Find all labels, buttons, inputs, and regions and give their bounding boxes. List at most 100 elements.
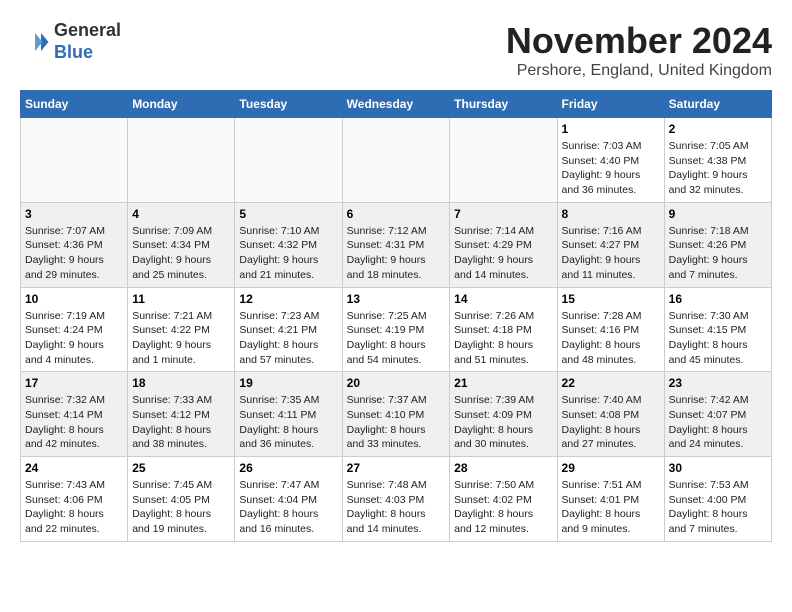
calendar-cell: 25Sunrise: 7:45 AM Sunset: 4:05 PM Dayli… — [128, 457, 235, 542]
day-number: 7 — [454, 207, 552, 221]
day-number: 8 — [562, 207, 660, 221]
location-title: Pershore, England, United Kingdom — [506, 62, 772, 80]
calendar-cell: 18 Sunrise: 7:33 AM Sunset: 4:12 PM Dayli… — [128, 372, 235, 457]
day-info: Sunrise: 7:42 AM Sunset: 4:07 PM Dayligh… — [669, 393, 767, 452]
day-number: 5 — [239, 207, 337, 221]
day-info: Sunrise: 7:30 AM Sunset: 4:15 PM Dayligh… — [669, 309, 767, 368]
calendar-week-row: 17 Sunrise: 7:32 AM Sunset: 4:14 PM Dayli… — [21, 372, 772, 457]
day-info: Sunrise: 7:33 AM Sunset: 4:12 PM Dayligh… — [132, 393, 230, 452]
day-info: Sunrise: 7:09 AM Sunset: 4:34 PM Dayligh… — [132, 224, 230, 283]
day-number: 12 — [239, 292, 337, 306]
day-number: 11 — [132, 292, 230, 306]
day-info: Sunrise: 7:43 AM Sunset: 4:06 PM Dayligh… — [25, 478, 123, 537]
weekday-header: Thursday — [450, 91, 557, 118]
day-info: Sunrise: 7:32 AM Sunset: 4:14 PM Dayligh… — [25, 393, 123, 452]
logo-blue-text: Blue — [54, 42, 93, 62]
day-number: 3 — [25, 207, 123, 221]
calendar-cell: 24 Sunrise: 7:43 AM Sunset: 4:06 PM Dayli… — [21, 457, 128, 542]
calendar-cell: 8 Sunrise: 7:16 AM Sunset: 4:27 PM Daylig… — [557, 202, 664, 287]
weekday-header: Monday — [128, 91, 235, 118]
day-info: Sunrise: 7:51 AM Sunset: 4:01 PM Dayligh… — [562, 478, 660, 537]
day-number: 21 — [454, 376, 552, 390]
calendar-cell: 4 Sunrise: 7:09 AM Sunset: 4:34 PM Daylig… — [128, 202, 235, 287]
calendar-cell: 12Sunrise: 7:23 AM Sunset: 4:21 PM Dayli… — [235, 287, 342, 372]
day-info: Sunrise: 7:12 AM Sunset: 4:31 PM Dayligh… — [347, 224, 446, 283]
day-info: Sunrise: 7:50 AM Sunset: 4:02 PM Dayligh… — [454, 478, 552, 537]
calendar-cell — [128, 118, 235, 203]
day-info: Sunrise: 7:48 AM Sunset: 4:03 PM Dayligh… — [347, 478, 446, 537]
day-number: 26 — [239, 461, 337, 475]
calendar-cell: 20 Sunrise: 7:37 AM Sunset: 4:10 PM Dayli… — [342, 372, 450, 457]
weekday-header: Sunday — [21, 91, 128, 118]
day-info: Sunrise: 7:25 AM Sunset: 4:19 PM Dayligh… — [347, 309, 446, 368]
weekday-header: Wednesday — [342, 91, 450, 118]
day-info: Sunrise: 7:37 AM Sunset: 4:10 PM Dayligh… — [347, 393, 446, 452]
day-info: Sunrise: 7:03 AM Sunset: 4:40 PM Dayligh… — [562, 139, 660, 198]
day-info: Sunrise: 7:19 AM Sunset: 4:24 PM Dayligh… — [25, 309, 123, 368]
day-number: 27 — [347, 461, 446, 475]
calendar-cell — [21, 118, 128, 203]
logo-general-text: General — [54, 20, 121, 40]
calendar-cell — [450, 118, 557, 203]
calendar-week-row: 10 Sunrise: 7:19 AM Sunset: 4:24 PM Dayli… — [21, 287, 772, 372]
calendar-cell: 22Sunrise: 7:40 AM Sunset: 4:08 PM Dayli… — [557, 372, 664, 457]
day-number: 16 — [669, 292, 767, 306]
calendar-cell: 16 Sunrise: 7:30 AM Sunset: 4:15 PM Dayli… — [664, 287, 771, 372]
day-number: 29 — [562, 461, 660, 475]
day-info: Sunrise: 7:39 AM Sunset: 4:09 PM Dayligh… — [454, 393, 552, 452]
logo-icon — [20, 27, 50, 57]
day-info: Sunrise: 7:16 AM Sunset: 4:27 PM Dayligh… — [562, 224, 660, 283]
calendar-cell: 1 Sunrise: 7:03 AM Sunset: 4:40 PM Daylig… — [557, 118, 664, 203]
calendar-cell: 2 Sunrise: 7:05 AM Sunset: 4:38 PM Daylig… — [664, 118, 771, 203]
calendar-cell: 30Sunrise: 7:53 AM Sunset: 4:00 PM Dayli… — [664, 457, 771, 542]
day-number: 17 — [25, 376, 123, 390]
day-info: Sunrise: 7:26 AM Sunset: 4:18 PM Dayligh… — [454, 309, 552, 368]
title-section: November 2024 Pershore, England, United … — [506, 20, 772, 80]
calendar-cell: 26 Sunrise: 7:47 AM Sunset: 4:04 PM Dayli… — [235, 457, 342, 542]
day-info: Sunrise: 7:07 AM Sunset: 4:36 PM Dayligh… — [25, 224, 123, 283]
day-info: Sunrise: 7:40 AM Sunset: 4:08 PM Dayligh… — [562, 393, 660, 452]
calendar-cell — [235, 118, 342, 203]
weekday-header: Tuesday — [235, 91, 342, 118]
calendar-week-row: 1 Sunrise: 7:03 AM Sunset: 4:40 PM Daylig… — [21, 118, 772, 203]
day-info: Sunrise: 7:21 AM Sunset: 4:22 PM Dayligh… — [132, 309, 230, 368]
calendar-cell: 28 Sunrise: 7:50 AM Sunset: 4:02 PM Dayli… — [450, 457, 557, 542]
day-number: 6 — [347, 207, 446, 221]
calendar-cell: 19Sunrise: 7:35 AM Sunset: 4:11 PM Dayli… — [235, 372, 342, 457]
calendar-header-row: SundayMondayTuesdayWednesdayThursdayFrid… — [21, 91, 772, 118]
day-info: Sunrise: 7:45 AM Sunset: 4:05 PM Dayligh… — [132, 478, 230, 537]
day-number: 18 — [132, 376, 230, 390]
weekday-header: Friday — [557, 91, 664, 118]
month-title: November 2024 — [506, 20, 772, 62]
day-info: Sunrise: 7:53 AM Sunset: 4:00 PM Dayligh… — [669, 478, 767, 537]
calendar-week-row: 3 Sunrise: 7:07 AM Sunset: 4:36 PM Daylig… — [21, 202, 772, 287]
day-info: Sunrise: 7:18 AM Sunset: 4:26 PM Dayligh… — [669, 224, 767, 283]
calendar-cell: 9Sunrise: 7:18 AM Sunset: 4:26 PM Daylig… — [664, 202, 771, 287]
calendar-cell: 14 Sunrise: 7:26 AM Sunset: 4:18 PM Dayli… — [450, 287, 557, 372]
calendar-cell: 11 Sunrise: 7:21 AM Sunset: 4:22 PM Dayli… — [128, 287, 235, 372]
page-header: General Blue November 2024 Pershore, Eng… — [20, 20, 772, 80]
day-number: 2 — [669, 122, 767, 136]
calendar-table: SundayMondayTuesdayWednesdayThursdayFrid… — [20, 90, 772, 542]
day-number: 20 — [347, 376, 446, 390]
calendar-cell: 3 Sunrise: 7:07 AM Sunset: 4:36 PM Daylig… — [21, 202, 128, 287]
day-info: Sunrise: 7:47 AM Sunset: 4:04 PM Dayligh… — [239, 478, 337, 537]
logo: General Blue — [20, 20, 121, 63]
day-info: Sunrise: 7:05 AM Sunset: 4:38 PM Dayligh… — [669, 139, 767, 198]
day-info: Sunrise: 7:28 AM Sunset: 4:16 PM Dayligh… — [562, 309, 660, 368]
calendar-cell: 29 Sunrise: 7:51 AM Sunset: 4:01 PM Dayli… — [557, 457, 664, 542]
calendar-cell: 10 Sunrise: 7:19 AM Sunset: 4:24 PM Dayli… — [21, 287, 128, 372]
day-info: Sunrise: 7:14 AM Sunset: 4:29 PM Dayligh… — [454, 224, 552, 283]
calendar-cell: 17 Sunrise: 7:32 AM Sunset: 4:14 PM Dayli… — [21, 372, 128, 457]
day-number: 4 — [132, 207, 230, 221]
calendar-cell: 27 Sunrise: 7:48 AM Sunset: 4:03 PM Dayli… — [342, 457, 450, 542]
day-number: 10 — [25, 292, 123, 306]
day-number: 15 — [562, 292, 660, 306]
calendar-cell: 6 Sunrise: 7:12 AM Sunset: 4:31 PM Daylig… — [342, 202, 450, 287]
day-info: Sunrise: 7:35 AM Sunset: 4:11 PM Dayligh… — [239, 393, 337, 452]
calendar-cell: 5Sunrise: 7:10 AM Sunset: 4:32 PM Daylig… — [235, 202, 342, 287]
day-number: 14 — [454, 292, 552, 306]
day-number: 1 — [562, 122, 660, 136]
day-number: 28 — [454, 461, 552, 475]
day-number: 24 — [25, 461, 123, 475]
